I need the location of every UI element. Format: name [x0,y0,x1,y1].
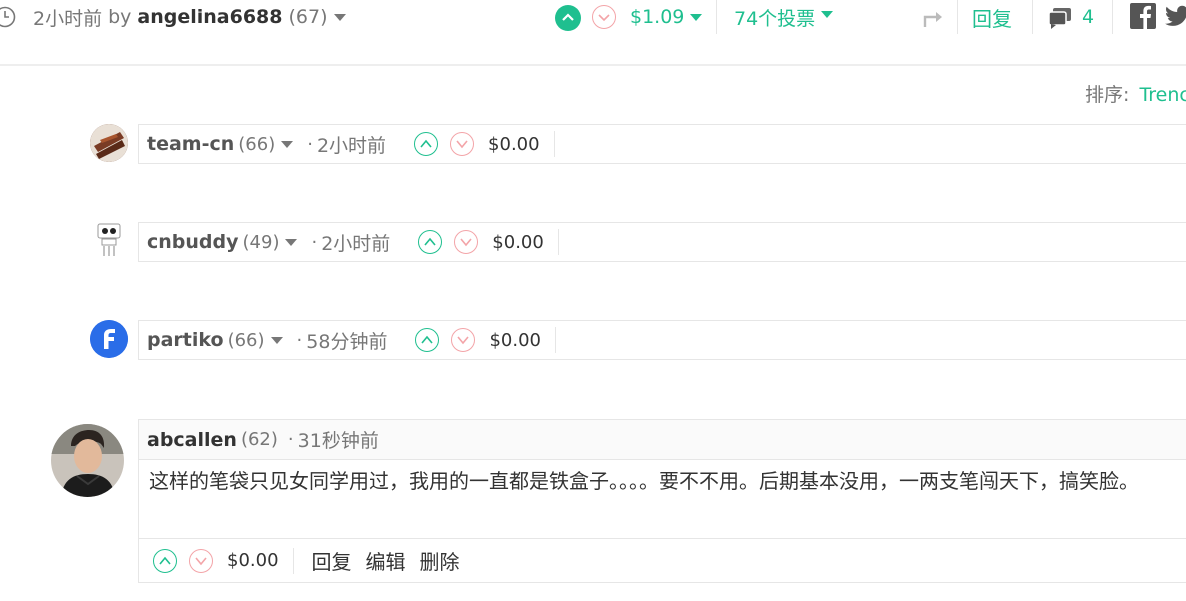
delete-link[interactable]: 删除 [420,546,460,575]
comment-header: cnbuddy (49) · 2小时前 $0.00 [138,222,1186,262]
avatar-image [97,223,121,256]
twitter-icon[interactable] [1164,5,1186,29]
comment-text: 这样的笔袋只见女同学用过，我用的一直都是铁盒子。。。。要不不用。后期基本没用，一… [149,469,1139,493]
post-votes[interactable]: 74个投票 [734,0,834,34]
comment-payout[interactable]: $0.00 [488,134,540,155]
chevron-up-icon [424,237,436,246]
author-dropdown-icon[interactable] [281,140,294,148]
comment-time[interactable]: 58分钟前 [306,327,387,354]
comment-author-rep: (49) [242,231,280,253]
page: 2小时前 by angelina6688 (67) $1.09 74个投票 回复… [0,0,1186,601]
comment-header: partiko (66) · 58分钟前 $0.00 [138,320,1186,360]
comment-time[interactable]: 2小时前 [321,229,390,256]
avatar[interactable] [51,424,124,497]
chevron-up-icon [420,139,432,148]
comment-payout[interactable]: $0.00 [492,232,544,253]
divider [553,131,555,157]
avatar-image [90,124,128,162]
post-downvote-button[interactable] [592,5,616,29]
reply-link[interactable]: 回复 [312,546,352,575]
divider [716,0,717,34]
downvote-button[interactable] [450,132,475,156]
downvote-button[interactable] [189,548,213,573]
comment-count[interactable]: 4 [1082,0,1094,34]
comment-payout[interactable]: $0.00 [489,330,541,351]
avatar-image [51,424,124,497]
chevron-up-icon [562,13,574,21]
separator-dot: · [307,133,313,155]
clock-icon [0,6,16,28]
sort-value[interactable]: Trenc [1139,84,1186,106]
comment-footer: $0.00 回复 编辑 删除 [138,539,1186,583]
divider [557,229,559,255]
separator-dot: · [311,231,318,253]
downvote-button[interactable] [451,328,476,352]
chevron-down-icon [456,140,468,149]
post-upvote-button[interactable] [555,5,581,31]
upvote-button[interactable] [153,548,177,573]
upvote-button[interactable] [418,230,443,254]
comment-author-rep: (66) [227,329,265,351]
post-time-author: 2小时前 by angelina6688 (67) [33,0,346,34]
votes-dropdown-icon [821,10,834,18]
partiko-logo-icon [90,320,128,358]
comment-author-rep: (62) [240,429,278,450]
post-payout-value: $1.09 [630,6,685,28]
chevron-down-icon [598,14,610,22]
avatar[interactable] [90,320,128,358]
chevron-down-icon [457,336,470,345]
divider [957,0,958,34]
author-dropdown-icon[interactable] [270,336,283,344]
post-payout[interactable]: $1.09 [630,0,703,34]
comment-header: abcallen (62) · 31秒钟前 [138,419,1186,459]
sort-label: 排序: [1085,84,1130,106]
comment-time[interactable]: 31秒钟前 [298,426,379,453]
comment-author-rep: (66) [238,133,276,155]
chevron-down-icon [195,556,207,565]
comment-author-link[interactable]: cnbuddy [147,231,239,253]
upvote-button[interactable] [414,132,439,156]
chevron-up-icon [421,335,434,344]
post-meta-bar: 2小时前 by angelina6688 (67) $1.09 74个投票 回复… [0,0,1186,66]
post-reply-link[interactable]: 回复 [972,0,1012,34]
chevron-down-icon [460,238,472,247]
divider [1112,0,1113,34]
post-time: 2小时前 [33,7,103,30]
comment-author-link[interactable]: team-cn [147,133,234,155]
by-label: by [108,6,132,28]
edit-link[interactable]: 编辑 [366,546,406,575]
comment-time[interactable]: 2小时前 [317,131,386,158]
facebook-icon[interactable] [1130,3,1156,30]
avatar[interactable] [90,222,128,260]
upvote-button[interactable] [415,328,440,352]
post-votes-value: 74个投票 [734,7,816,30]
comment-header: team-cn (66) · 2小时前 $0.00 [138,124,1186,164]
divider [292,547,294,574]
separator-dot: · [296,329,303,351]
chevron-up-icon [159,556,171,565]
divider [554,327,556,353]
sort-control[interactable]: 排序: Trenc [1085,80,1186,107]
downvote-button[interactable] [454,230,479,254]
avatar[interactable] [90,124,128,162]
reblog-icon[interactable] [922,7,946,29]
author-dropdown-icon[interactable] [333,13,346,21]
comment-payout[interactable]: $0.00 [227,550,279,571]
comments-icon[interactable] [1047,6,1073,30]
author-dropdown-icon[interactable] [285,238,298,246]
divider [1032,0,1033,34]
post-author-rep: (67) [288,6,328,28]
comment-author-link[interactable]: abcallen [147,429,237,451]
post-author-link[interactable]: angelina6688 [137,6,282,28]
comment-author-link[interactable]: partiko [147,329,224,351]
comment-body: 这样的笔袋只见女同学用过，我用的一直都是铁盒子。。。。要不不用。后期基本没用，一… [138,459,1186,539]
payout-dropdown-icon [690,13,703,21]
separator-dot: · [287,429,294,450]
